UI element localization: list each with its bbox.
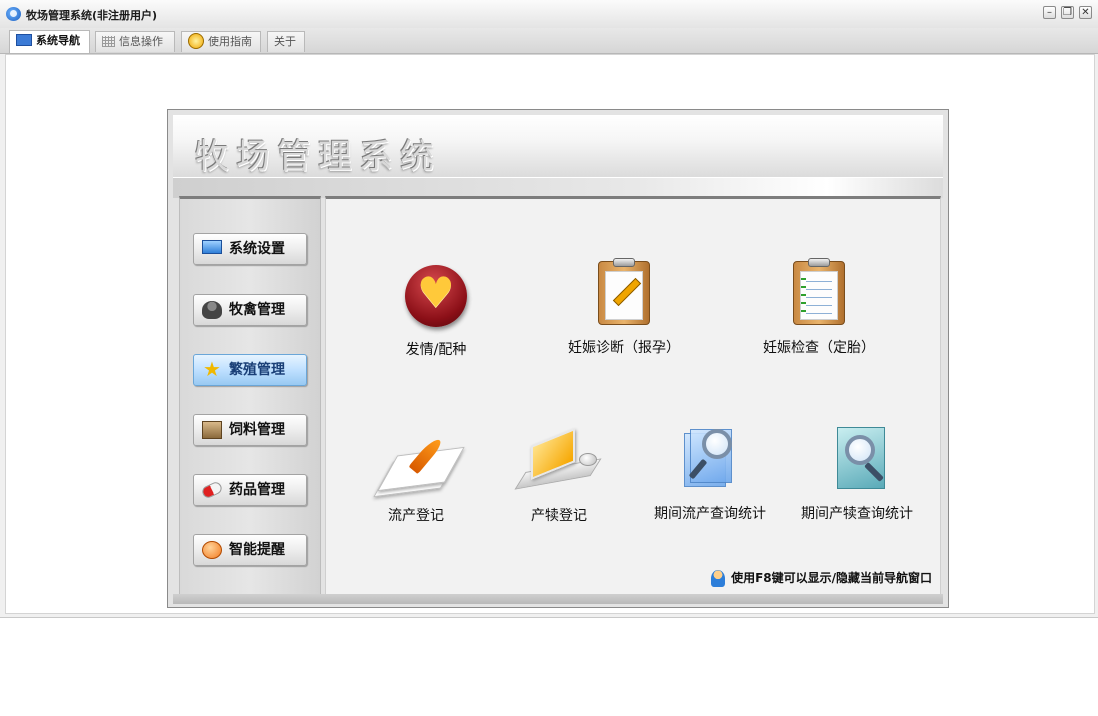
panel-footer [173, 594, 943, 604]
function-label: 期间流产查询统计 [654, 506, 766, 522]
function-label: 妊娠诊断（报孕） [568, 340, 680, 356]
sidebar-item-label: 繁殖管理 [229, 362, 285, 378]
function-label: 妊娠检查（定胎） [763, 340, 875, 356]
function-label: 产犊登记 [531, 508, 587, 524]
sidebar-item-smart-reminder[interactable]: 智能提醒 [193, 534, 307, 566]
function-label: 发情/配种 [405, 342, 467, 358]
star-icon: ★ [203, 357, 221, 381]
f8-hint: 使用F8键可以显示/隐藏当前导航窗口 [711, 569, 932, 587]
close-button[interactable]: ✕ [1079, 6, 1092, 19]
tab-info-operation[interactable]: 信息操作 [95, 31, 175, 52]
monitor-icon [16, 34, 32, 46]
clipboard-pencil-icon [598, 258, 650, 325]
sidebar-item-medicine[interactable]: 药品管理 [193, 474, 307, 506]
title-bar: 牧场管理系统(非注册用户) – ❐ ✕ [0, 0, 1098, 28]
magnifier-doc-icon [827, 425, 887, 491]
tab-bar: 系统导航 信息操作 使用指南 关于 [0, 28, 1098, 54]
tab-user-guide[interactable]: 使用指南 [181, 31, 261, 52]
alarm-icon [202, 541, 222, 559]
guide-icon [188, 33, 204, 49]
sidebar-item-label: 系统设置 [229, 241, 285, 257]
function-area: 发情/配种 妊娠诊断（报孕） 妊娠检查（定胎） [325, 196, 941, 598]
box-icon [202, 421, 222, 439]
tab-label: 信息操作 [119, 35, 163, 48]
function-calving-statistics[interactable]: 期间产犊查询统计 [777, 425, 937, 523]
sidebar-item-label: 药品管理 [229, 482, 285, 498]
tab-label: 系统导航 [36, 34, 80, 47]
tab-about[interactable]: 关于 [267, 31, 305, 52]
function-pregnancy-check[interactable]: 妊娠检查（定胎） [739, 258, 899, 357]
tab-label: 关于 [274, 35, 296, 48]
function-label: 期间产犊查询统计 [801, 506, 913, 522]
sidebar-item-label: 饲料管理 [229, 422, 285, 438]
user-tip-icon [711, 570, 726, 587]
pill-icon [200, 480, 224, 500]
navigation-panel: 牧场管理系统 系统设置 牧禽管理 ★ 繁殖管理 饲料管理 药品管理 智能提醒 ♥… [167, 109, 949, 608]
app-logo-icon [6, 7, 21, 21]
sidebar-item-breeding[interactable]: ★ 繁殖管理 [193, 354, 307, 386]
panel-header: 牧场管理系统 [173, 115, 943, 198]
grid-icon [102, 35, 115, 47]
header-decoration [173, 177, 943, 198]
restore-button[interactable]: ❐ [1061, 6, 1074, 19]
clipboard-checklist-icon [793, 258, 845, 325]
person-icon [202, 301, 222, 319]
laptop-icon [514, 428, 602, 493]
paper-quill-icon [372, 435, 465, 498]
app-window: 牧场管理系统(非注册用户) – ❐ ✕ 系统导航 信息操作 使用指南 关于 牧场… [0, 0, 1098, 618]
function-abortion-register[interactable]: 流产登记 [336, 425, 496, 525]
sidebar-item-system-settings[interactable]: 系统设置 [193, 233, 307, 265]
function-calving-register[interactable]: 产犊登记 [479, 425, 639, 525]
hint-text: 使用F8键可以显示/隐藏当前导航窗口 [731, 571, 932, 585]
tab-system-navigation[interactable]: 系统导航 [9, 30, 90, 53]
tab-label: 使用指南 [208, 35, 252, 48]
sidebar-item-feed[interactable]: 饲料管理 [193, 414, 307, 446]
sidebar-item-label: 牧禽管理 [229, 302, 285, 318]
function-estrus-breeding[interactable]: 发情/配种 [356, 261, 516, 359]
sidebar-item-label: 智能提醒 [229, 542, 285, 558]
function-pregnancy-diagnosis[interactable]: 妊娠诊断（报孕） [544, 258, 704, 357]
window-title: 牧场管理系统(非注册用户) [26, 9, 158, 22]
minimize-button[interactable]: – [1043, 6, 1056, 19]
magnifier-docs-icon [680, 425, 740, 491]
function-label: 流产登记 [388, 508, 444, 524]
sidebar: 系统设置 牧禽管理 ★ 繁殖管理 饲料管理 药品管理 智能提醒 [179, 196, 321, 598]
sidebar-item-livestock[interactable]: 牧禽管理 [193, 294, 307, 326]
panel-title: 牧场管理系统 [195, 137, 441, 177]
heart-icon [405, 265, 467, 327]
function-abortion-statistics[interactable]: 期间流产查询统计 [630, 425, 790, 523]
monitor-icon [202, 240, 222, 254]
